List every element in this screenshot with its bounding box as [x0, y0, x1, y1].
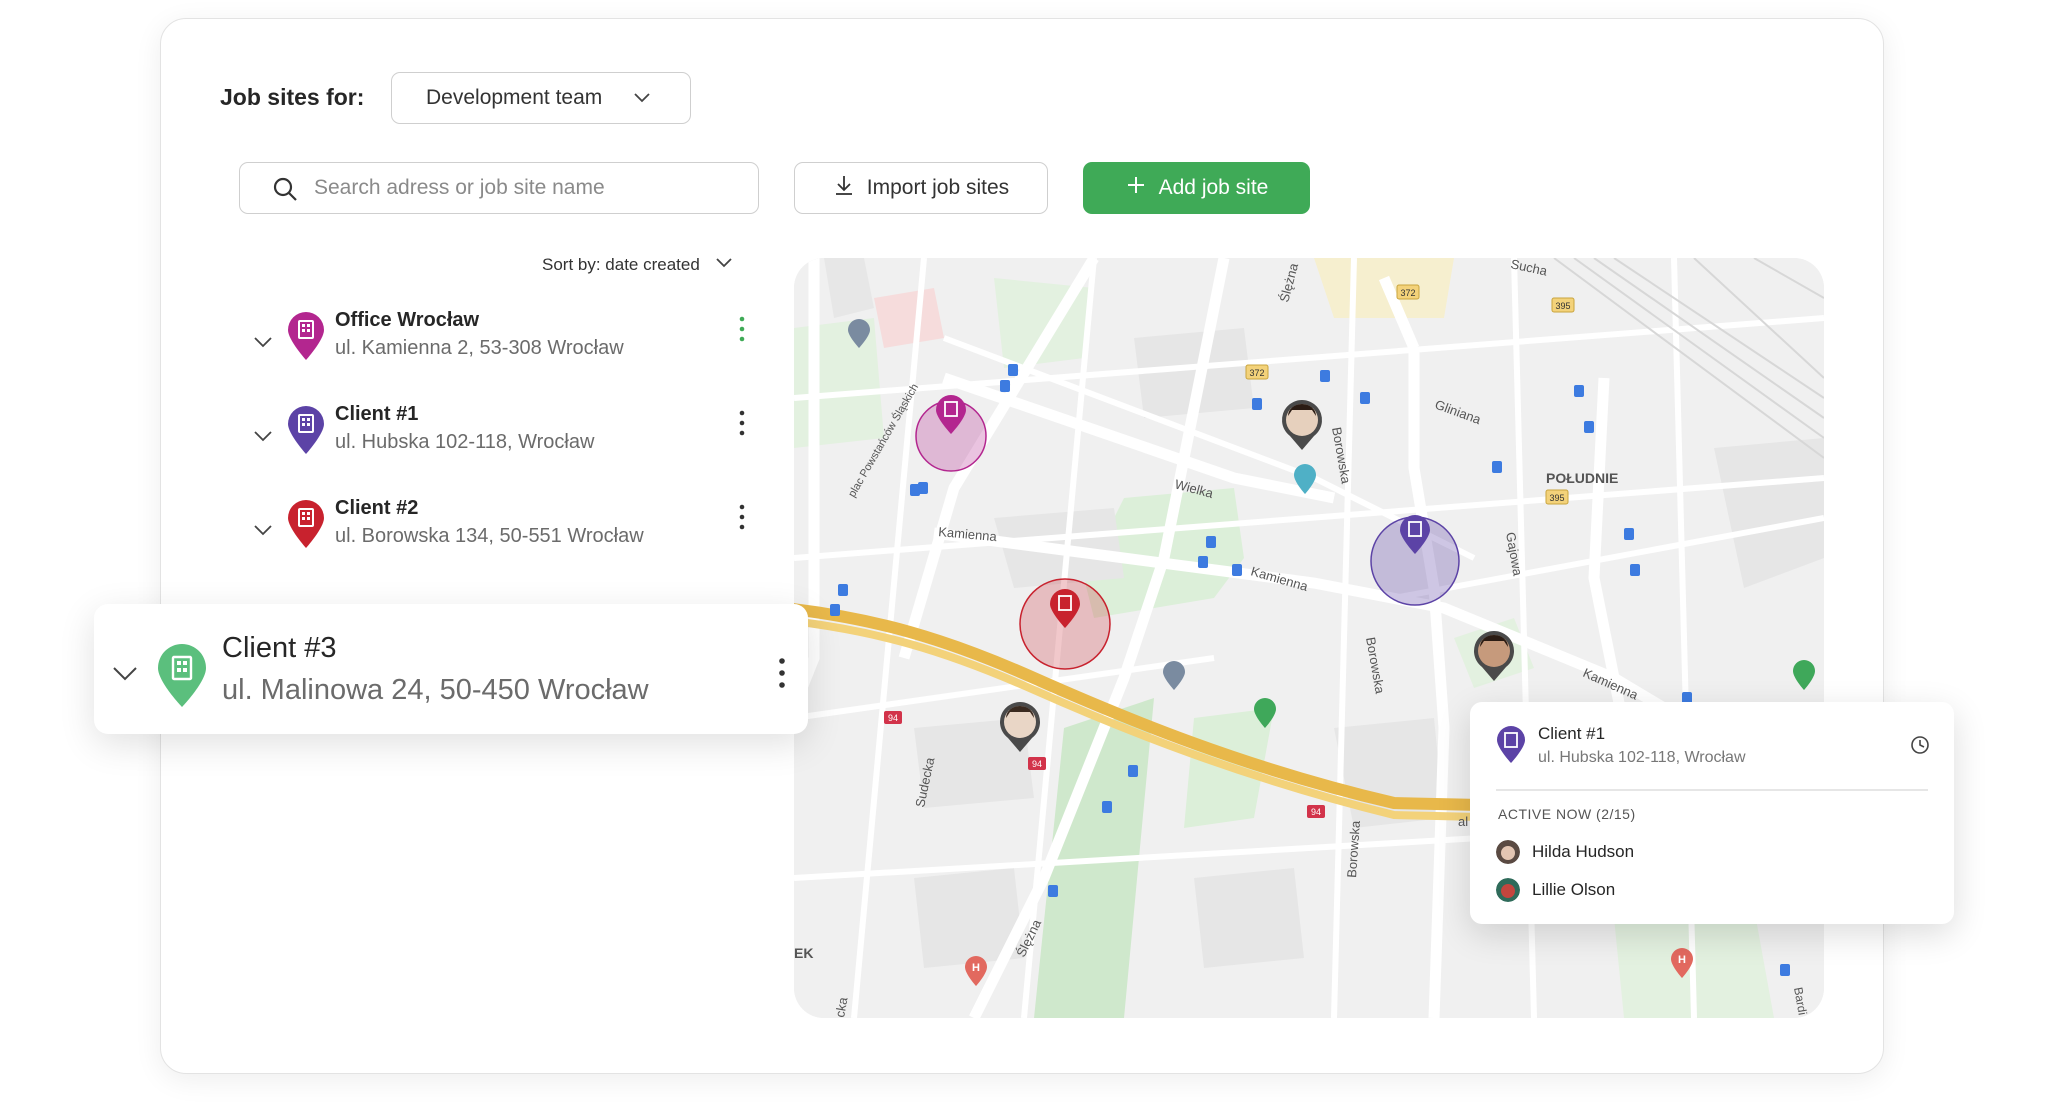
team-select[interactable]: Development team [391, 72, 691, 124]
person-name: Hilda Hudson [1532, 842, 1635, 861]
divider [1496, 789, 1928, 791]
site-name: Office Wrocław [335, 309, 480, 331]
chevron-down-icon [714, 252, 734, 277]
map-label-poludnie: POŁUDNIE [1546, 470, 1618, 486]
svg-text:94: 94 [888, 713, 898, 723]
svg-text:94: 94 [1311, 807, 1321, 817]
more-vertical-icon[interactable] [736, 503, 748, 536]
team-select-value: Development team [426, 86, 603, 109]
list-item[interactable]: Client #1 ul. Hubska 102-118, Wrocław [250, 403, 770, 473]
import-label: Import job sites [866, 176, 1010, 199]
sort-dropdown[interactable]: Sort by: date created [542, 252, 734, 277]
list-item[interactable]: Office Wrocław ul. Kamienna 2, 53-308 Wr… [250, 309, 770, 379]
avatar [1496, 840, 1520, 864]
map-label-al: al [1458, 814, 1468, 829]
import-button[interactable]: Import job sites [794, 162, 1048, 214]
download-icon [833, 174, 855, 202]
svg-text:H: H [972, 962, 980, 974]
jobsites-label: Job sites for: [220, 84, 365, 110]
route-shield: 94 [1307, 805, 1325, 818]
search-input[interactable] [314, 173, 734, 203]
route-shield: 372 [1245, 364, 1269, 380]
map-label-ek: EK [794, 945, 813, 961]
site-name: Client #2 [335, 497, 419, 519]
building-pin-icon [286, 311, 326, 366]
svg-text:395: 395 [1555, 301, 1570, 311]
svg-text:H: H [1678, 954, 1686, 966]
route-shield: 395 [1551, 297, 1575, 313]
add-label: Add job site [1158, 176, 1269, 199]
route-shield: 395 [1545, 489, 1569, 505]
chevron-down-icon [632, 87, 652, 113]
search-box [239, 162, 759, 214]
clock-icon[interactable] [1910, 735, 1930, 760]
list-item[interactable]: Hilda Hudson [1496, 840, 1634, 864]
building-pin-icon [286, 499, 326, 554]
svg-text:372: 372 [1249, 368, 1264, 378]
site-address: ul. Malinowa 24, 50-450 Wrocław [222, 674, 649, 706]
plus-icon [1125, 174, 1147, 202]
building-pin-icon [286, 405, 326, 460]
stage: Job sites for: Development team Import j… [0, 0, 2048, 1115]
site-name: Client #3 [222, 632, 337, 664]
svg-text:372: 372 [1400, 288, 1415, 298]
active-now-label: ACTIVE NOW (2/15) [1498, 806, 1636, 822]
site-name: Client #1 [335, 403, 419, 425]
site-address: ul. Borowska 134, 50-551 Wrocław [335, 525, 644, 547]
route-shield: 372 [1396, 284, 1420, 300]
chevron-down-icon[interactable] [252, 519, 274, 546]
building-pin-icon [156, 644, 208, 713]
selected-site-card[interactable]: Client #3 ul. Malinowa 24, 50-450 Wrocła… [94, 604, 808, 734]
person-name: Lillie Olson [1532, 880, 1616, 899]
chevron-down-icon[interactable] [252, 425, 274, 452]
more-vertical-icon[interactable] [736, 409, 748, 442]
avatar [1496, 878, 1520, 902]
chevron-down-icon[interactable] [110, 658, 140, 693]
popup-site-address: ul. Hubska 102-118, Wrocław [1538, 749, 1746, 766]
site-address: ul. Hubska 102-118, Wrocław [335, 431, 595, 453]
more-vertical-icon[interactable] [776, 656, 788, 695]
site-address: ul. Kamienna 2, 53-308 Wrocław [335, 337, 624, 359]
svg-text:395: 395 [1549, 493, 1564, 503]
chevron-down-icon[interactable] [252, 331, 274, 358]
more-vertical-icon[interactable] [736, 315, 748, 348]
list-item[interactable]: Client #2 ul. Borowska 134, 50-551 Wrocł… [250, 497, 770, 567]
svg-text:94: 94 [1032, 759, 1042, 769]
route-shield: 94 [884, 711, 902, 724]
search-icon [272, 176, 298, 207]
list-item[interactable]: Lillie Olson [1496, 878, 1615, 902]
site-popup: Client #1 ul. Hubska 102-118, Wrocław AC… [1470, 702, 1954, 924]
route-shield: 94 [1028, 757, 1046, 770]
popup-site-name: Client #1 [1538, 724, 1606, 743]
building-pin-icon [1496, 726, 1526, 769]
sort-label: Sort by: date created [542, 254, 700, 274]
add-job-site-button[interactable]: Add job site [1083, 162, 1310, 214]
